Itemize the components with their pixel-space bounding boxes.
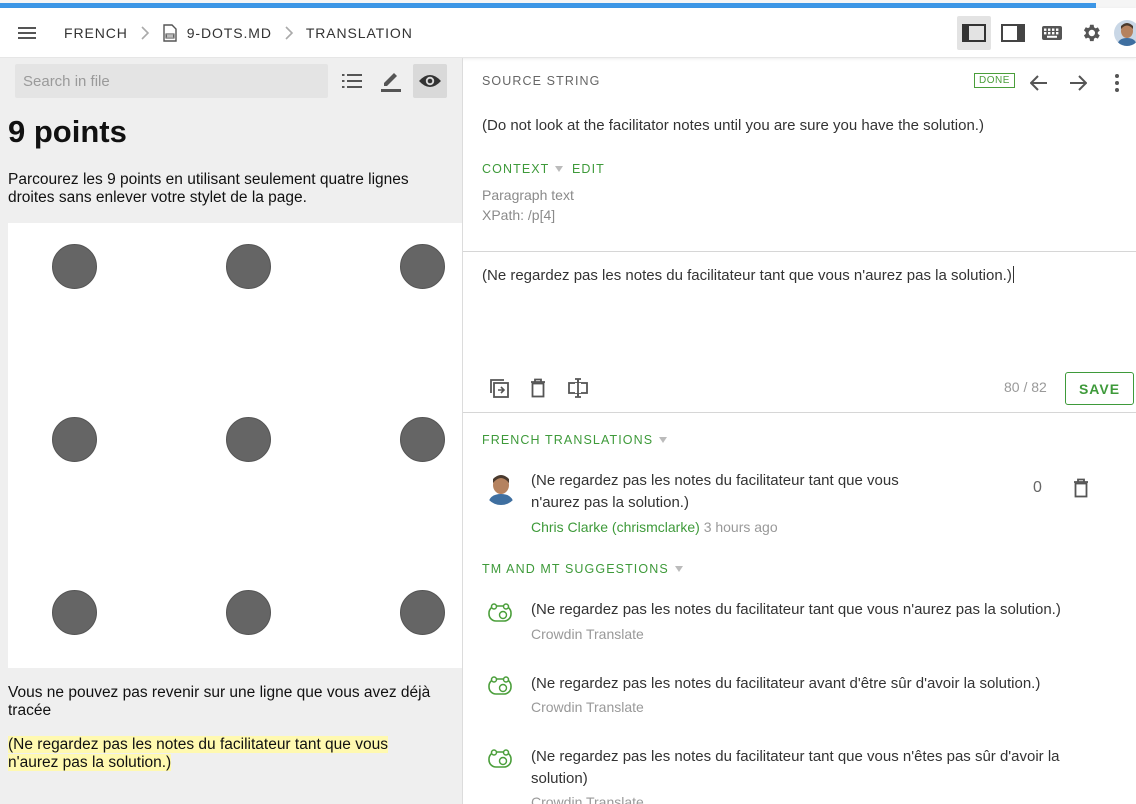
progress-track xyxy=(0,0,1136,8)
suggestion-text: (Ne regardez pas les notes du facilitate… xyxy=(531,601,1061,618)
translation-textarea[interactable]: (Ne regardez pas les notes du facilitate… xyxy=(482,266,1014,284)
save-button[interactable]: SAVE xyxy=(1065,372,1134,405)
copy-source-button[interactable] xyxy=(482,371,516,405)
dot xyxy=(400,590,445,635)
edit-context-link[interactable]: EDIT xyxy=(572,162,605,176)
dot xyxy=(226,590,271,635)
translations-toggle[interactable]: FRENCH TRANSLATIONS xyxy=(482,433,668,447)
menu-icon xyxy=(18,26,36,39)
breadcrumb-file-label: 9-DOTS.MD xyxy=(186,24,272,41)
chevron-right-icon xyxy=(272,25,306,40)
source-string-label: SOURCE STRING xyxy=(482,74,601,88)
context-toggle[interactable]: CONTEXT xyxy=(482,162,564,176)
dot xyxy=(400,244,445,289)
layout-left-icon xyxy=(961,24,986,42)
preview-view-button[interactable] xyxy=(413,64,447,98)
suggestion-source: Crowdin Translate xyxy=(531,626,644,642)
list-view-button[interactable] xyxy=(335,64,369,98)
character-counter: 80 / 82 xyxy=(1004,379,1047,395)
delete-translation-button[interactable] xyxy=(1064,471,1098,505)
dot xyxy=(226,417,271,462)
context-label: CONTEXT xyxy=(482,162,550,176)
dot xyxy=(52,417,97,462)
arrow-right-icon xyxy=(1070,75,1087,91)
suggestion-source: Crowdin Translate xyxy=(531,794,644,804)
layout-right-button[interactable] xyxy=(996,16,1030,50)
translations-label: FRENCH TRANSLATIONS xyxy=(482,433,654,447)
gear-icon xyxy=(1083,24,1100,42)
highlighted-text: (Ne regardez pas les notes du facilitate… xyxy=(8,736,388,771)
breadcrumb-file[interactable]: 9-DOTS.MD xyxy=(162,23,272,42)
editor-panel: SOURCE STRING DONE (Do not look at the f… xyxy=(463,58,1136,804)
search-input[interactable] xyxy=(15,64,328,98)
arrow-left-icon xyxy=(1030,75,1047,91)
section-divider xyxy=(463,251,1136,252)
vote-count[interactable]: 0 xyxy=(1033,479,1042,497)
file-preview-panel: 9 points Parcourez les 9 points en utili… xyxy=(0,58,462,804)
breadcrumb-view-label: TRANSLATION xyxy=(305,24,413,41)
split-source-button[interactable] xyxy=(561,371,595,405)
more-options-button[interactable] xyxy=(1100,66,1134,100)
eye-icon xyxy=(419,75,441,87)
document-rule: Vous ne pouvez pas revenir sur une ligne… xyxy=(8,684,431,719)
breadcrumb-language[interactable]: FRENCH xyxy=(64,25,128,41)
previous-string-button[interactable] xyxy=(1022,66,1056,100)
dot xyxy=(400,417,445,462)
text-cursor-icon xyxy=(568,378,588,398)
menu-button[interactable] xyxy=(0,8,54,58)
keyboard-button[interactable] xyxy=(1035,16,1069,50)
suggestions-toggle[interactable]: TM AND MT SUGGESTIONS xyxy=(482,562,683,576)
edit-view-button[interactable] xyxy=(374,64,408,98)
more-vertical-icon xyxy=(1115,74,1119,92)
settings-button[interactable] xyxy=(1074,16,1108,50)
copy-source-icon xyxy=(490,379,509,398)
clear-translation-button[interactable] xyxy=(521,371,555,405)
file-icon xyxy=(162,23,178,42)
status-badge: DONE xyxy=(974,73,1015,88)
dot xyxy=(226,244,271,289)
nine-dots-image xyxy=(8,223,462,668)
section-divider xyxy=(463,412,1136,413)
context-line: XPath: /p[4] xyxy=(482,207,556,223)
document-intro: Parcourez les 9 points en utilisant seul… xyxy=(8,171,409,206)
translator-avatar xyxy=(484,471,518,505)
pencil-icon xyxy=(381,73,401,92)
chevron-right-icon xyxy=(128,25,162,40)
suggestions-label: TM AND MT SUGGESTIONS xyxy=(482,562,669,576)
top-right-toolbar xyxy=(954,8,1136,58)
layout-right-icon xyxy=(1000,24,1025,42)
translation-author[interactable]: Chris Clarke (chrismclarke) xyxy=(531,519,700,535)
keyboard-icon xyxy=(1041,26,1062,40)
suggestion-text: (Ne regardez pas les notes du facilitate… xyxy=(531,748,1060,787)
crowdin-translate-icon xyxy=(488,603,512,622)
caret-down-icon xyxy=(555,166,564,172)
translation-item-text: (Ne regardez pas les notes du facilitate… xyxy=(531,472,899,511)
translation-text: (Ne regardez pas les notes du facilitate… xyxy=(482,267,1012,284)
translation-time: 3 hours ago xyxy=(703,519,778,535)
next-string-button[interactable] xyxy=(1061,66,1095,100)
trash-icon xyxy=(531,378,545,398)
crowdin-translate-icon xyxy=(488,749,512,768)
context-line: Paragraph text xyxy=(482,187,574,203)
suggestion-text: (Ne regardez pas les notes du facilitate… xyxy=(531,675,1041,692)
layout-left-button[interactable] xyxy=(956,16,991,50)
document-highlighted-string[interactable]: (Ne regardez pas les notes du facilitate… xyxy=(8,736,408,772)
translation-item-meta: Chris Clarke (chrismclarke) 3 hours ago xyxy=(531,519,778,535)
crowdin-translate-icon xyxy=(488,676,512,695)
breadcrumb-language-label: FRENCH xyxy=(64,24,128,41)
dot xyxy=(52,244,97,289)
dot xyxy=(52,590,97,635)
suggestion-source: Crowdin Translate xyxy=(531,699,644,715)
breadcrumb-view[interactable]: TRANSLATION xyxy=(306,25,413,41)
document-title: 9 points xyxy=(8,114,127,149)
top-bar: FRENCH 9-DOTS.MD TRANSLATION xyxy=(0,8,1136,58)
caret-down-icon xyxy=(674,566,683,572)
trash-icon xyxy=(1074,478,1088,498)
caret-down-icon xyxy=(659,437,668,443)
list-icon xyxy=(342,74,362,88)
text-caret xyxy=(1012,266,1014,283)
source-string-text: (Do not look at the facilitator notes un… xyxy=(482,117,984,134)
avatar[interactable] xyxy=(1114,20,1136,46)
